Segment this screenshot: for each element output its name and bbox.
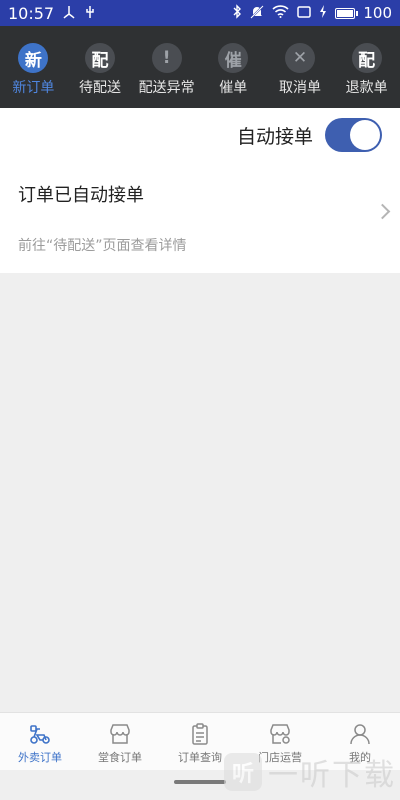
- wifi-icon: [272, 5, 289, 21]
- cancel-icon: ✕: [284, 43, 315, 73]
- message-subtitle: 前往“待配送”页面查看详情: [18, 238, 187, 254]
- tab-cancelled[interactable]: ✕ 取消单: [267, 43, 333, 97]
- battery-level: 100: [363, 4, 392, 22]
- tab-label: 待配送: [78, 80, 121, 96]
- reminder-icon: 催: [218, 43, 249, 73]
- battery-icon: [335, 7, 359, 19]
- refund-icon: 配: [351, 43, 382, 73]
- delivery-icon: 配: [84, 43, 115, 73]
- tab-refunds[interactable]: 配 退款单: [334, 43, 400, 97]
- tab-label: 配送异常: [138, 80, 195, 96]
- nav-dine-in-orders[interactable]: 堂食订单: [84, 713, 156, 770]
- chevron-right-icon: [374, 203, 391, 220]
- nav-label: 堂食订单: [98, 751, 142, 764]
- tab-pending-delivery[interactable]: 配 待配送: [67, 43, 133, 97]
- nav-label: 订单查询: [178, 751, 222, 764]
- store-settings-icon: [270, 724, 290, 744]
- tab-label: 新订单: [12, 80, 55, 96]
- usb-fork-icon: [62, 5, 76, 22]
- auto-accept-toggle[interactable]: [325, 118, 382, 152]
- watermark-text: 一听下载: [268, 758, 396, 793]
- charging-icon: [319, 5, 327, 21]
- new-order-icon: 新: [18, 43, 49, 73]
- tab-delivery-exception[interactable]: ! 配送异常: [134, 43, 200, 97]
- screen-icon: [297, 5, 312, 21]
- watermark-logo: 听: [224, 753, 262, 791]
- clipboard-icon: [192, 723, 208, 745]
- tab-new-orders[interactable]: 新 新订单: [0, 43, 66, 97]
- tab-label: 退款单: [345, 80, 388, 96]
- exclamation-icon: !: [151, 43, 182, 73]
- person-icon: [350, 724, 370, 745]
- bluetooth-icon: [232, 4, 242, 22]
- storefront-icon: [110, 724, 130, 744]
- toggle-knob: [350, 120, 380, 150]
- nav-label: 外卖订单: [18, 751, 62, 764]
- status-time: 10:57: [8, 3, 55, 23]
- status-bar: 10:57 100: [0, 0, 400, 26]
- usb-icon: [84, 5, 96, 22]
- message-title: 订单已自动接单: [18, 185, 144, 206]
- order-type-tabs: 新 新订单 配 待配送 ! 配送异常 催 催单 ✕ 取消单 配 退款单: [0, 26, 400, 108]
- home-indicator[interactable]: [174, 780, 226, 784]
- tab-reminders[interactable]: 催 催单: [200, 43, 266, 97]
- mute-icon: [250, 4, 265, 22]
- watermark: 听 一听下载: [224, 750, 396, 794]
- nav-takeout-orders[interactable]: 外卖订单: [4, 713, 76, 770]
- auto-accept-card: 自动接单 订单已自动接单 前往“待配送”页面查看详情: [0, 108, 400, 273]
- auto-accept-label: 自动接单: [236, 125, 313, 148]
- tab-label: 取消单: [278, 80, 321, 96]
- auto-accept-row: 自动接单: [237, 118, 382, 152]
- tab-label: 催单: [219, 80, 248, 96]
- scooter-icon: [30, 725, 50, 744]
